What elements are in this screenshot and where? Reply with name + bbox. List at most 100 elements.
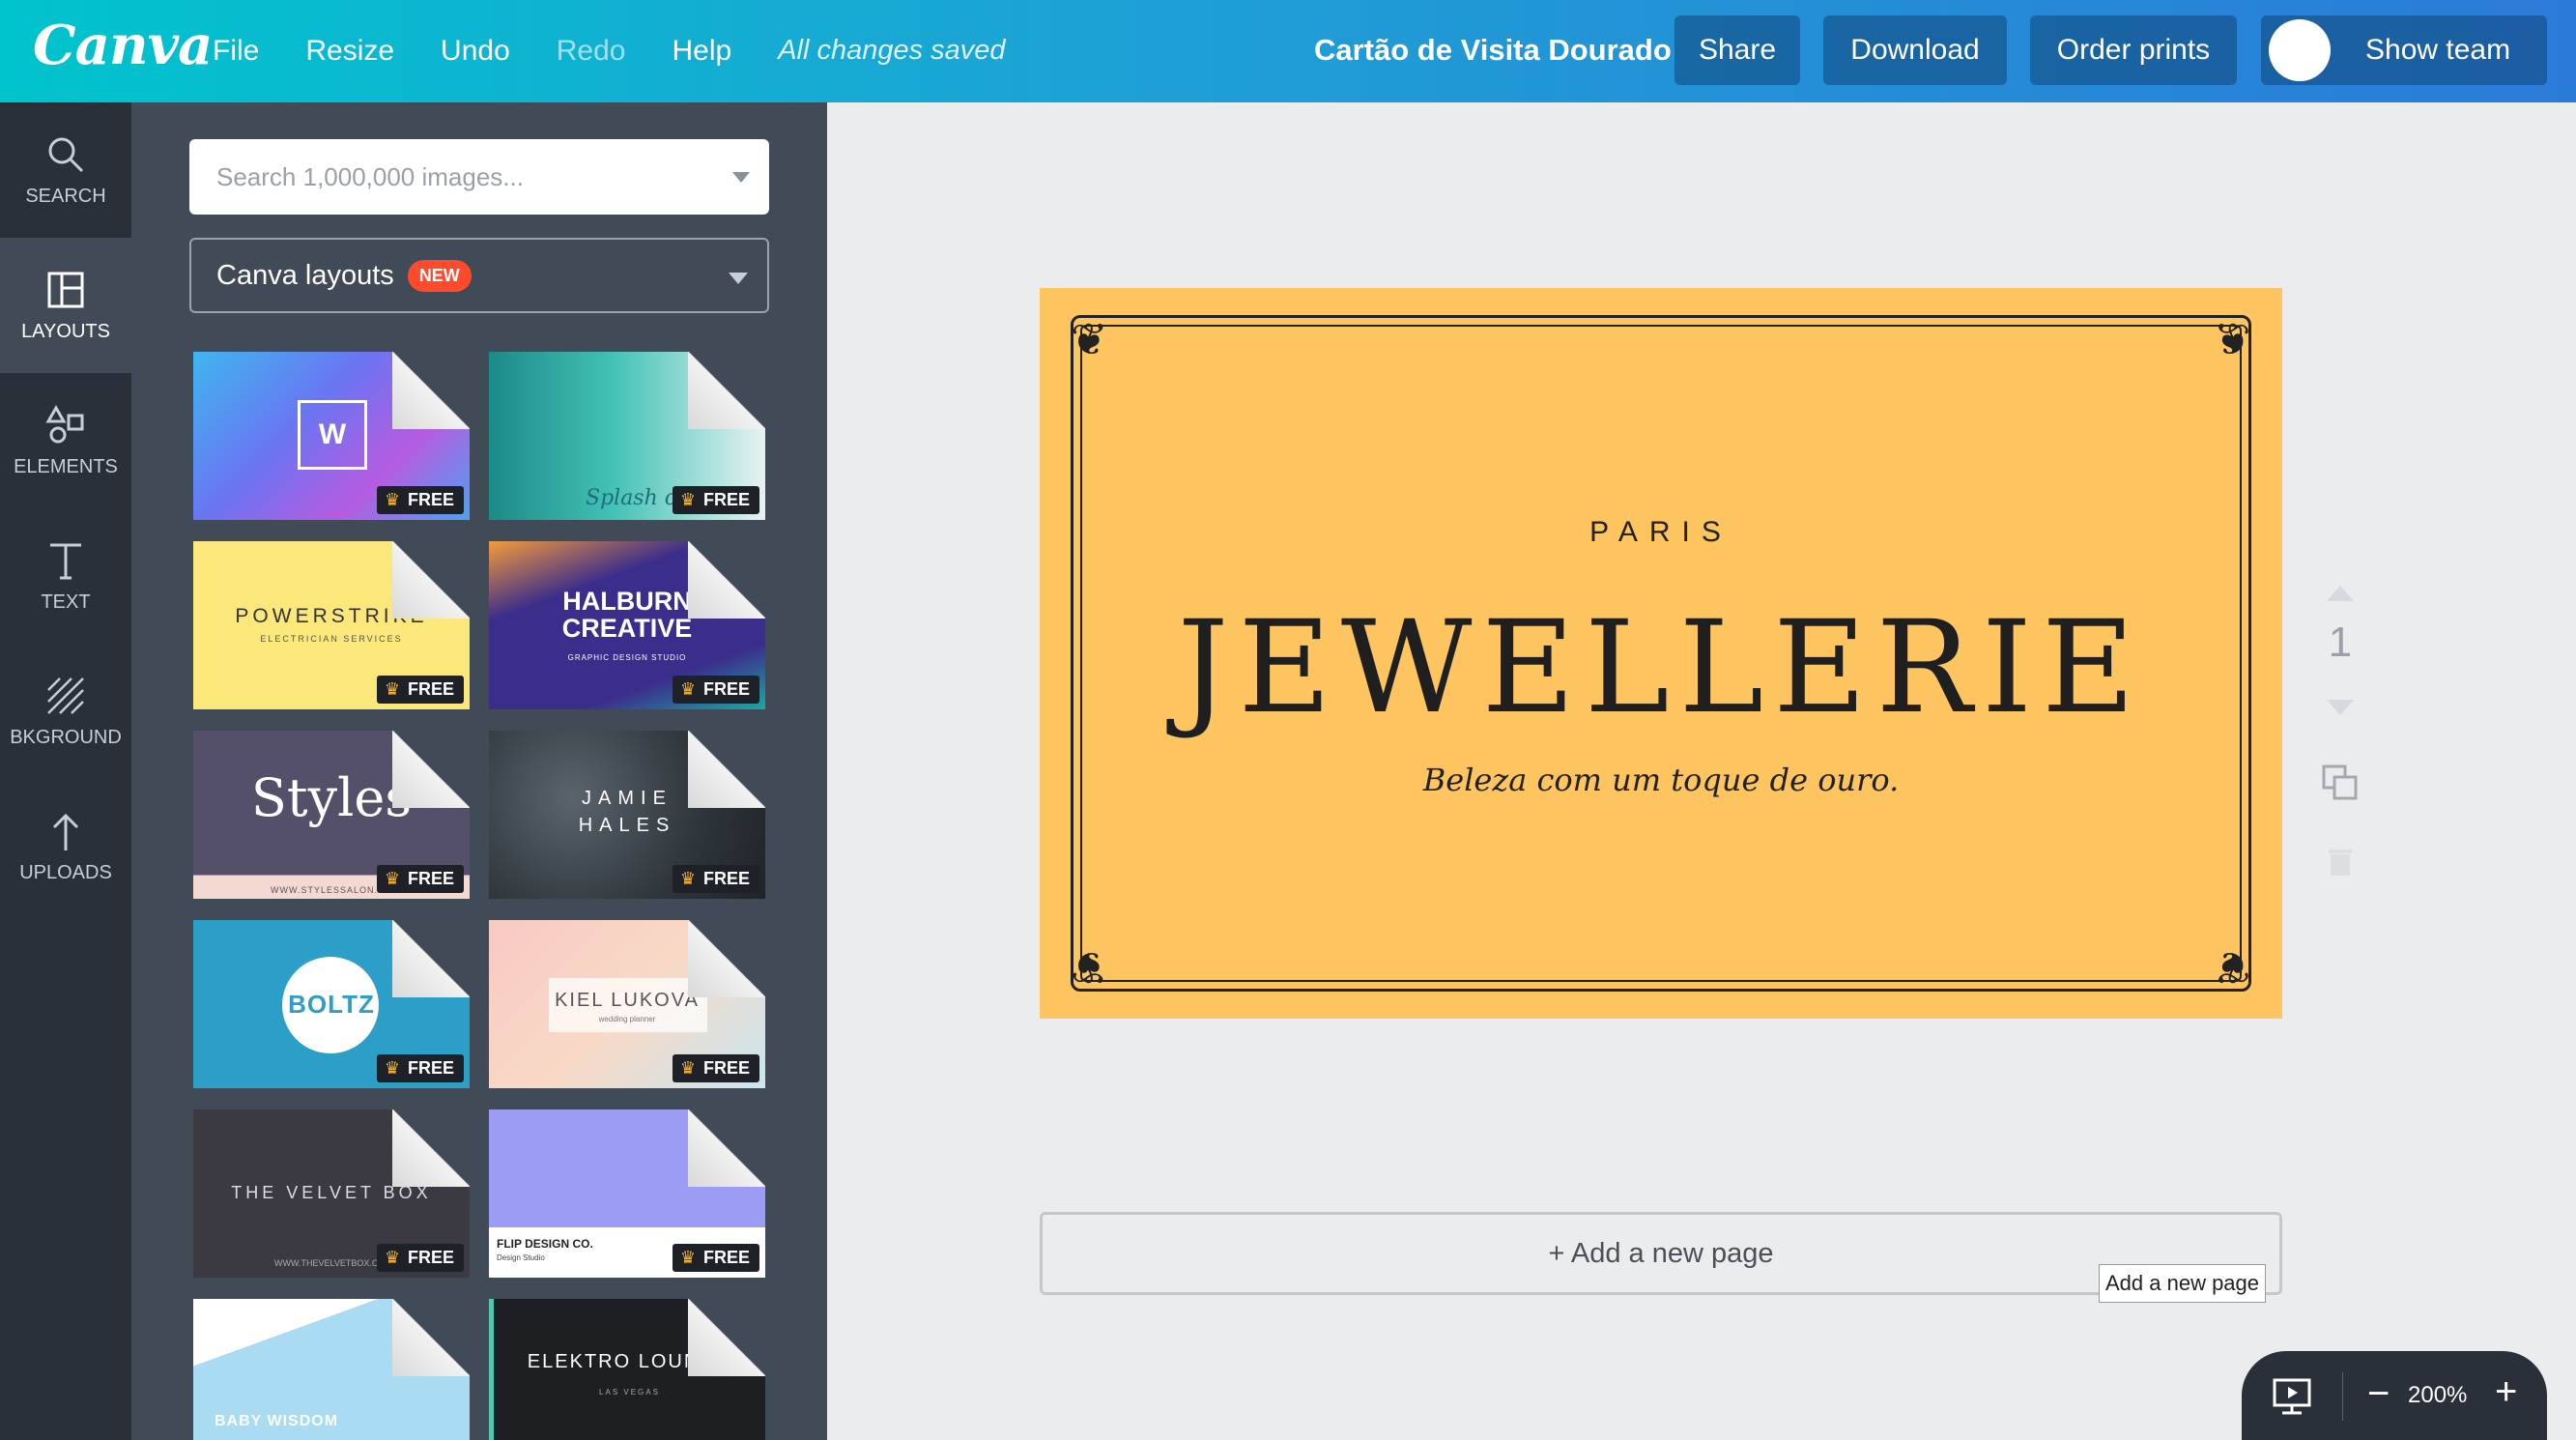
crown-icon: ♛ [384, 490, 400, 509]
tile-title: JAMIE HALES [578, 788, 676, 836]
divider [2342, 1372, 2343, 1421]
rail-layouts[interactable]: LAYOUTS [0, 238, 131, 373]
image-search-input[interactable]: Search 1,000,000 images... [189, 139, 769, 215]
layout-tile[interactable]: HALBURN CREATIVE GRAPHIC DESIGN STUDIO ♛… [489, 541, 765, 709]
tile-subtitle: wedding planner [598, 1015, 656, 1023]
free-label: FREE [407, 1058, 454, 1078]
free-badge: ♛ FREE [376, 486, 464, 514]
menu-file[interactable]: File [213, 35, 259, 68]
layout-tile[interactable]: THE VELVET BOX WWW.THEVELVETBOX.C ♛ FREE [193, 1109, 470, 1278]
present-icon[interactable] [2271, 1374, 2313, 1417]
menu-resize[interactable]: Resize [305, 35, 394, 68]
free-label: FREE [702, 869, 750, 888]
zoom-level[interactable]: 200% [2408, 1382, 2467, 1409]
rail-search[interactable]: SEARCH [0, 102, 131, 238]
layout-tile[interactable]: FLIP DESIGN CO. Design Studio ♛ FREE [489, 1109, 765, 1278]
chevron-down-icon [729, 273, 748, 284]
free-badge: ♛ FREE [672, 865, 759, 893]
tile-subtitle: GRAPHIC DESIGN STUDIO [567, 653, 687, 662]
tile-subtitle: LAS VEGAS [599, 1388, 660, 1397]
main-menu: File Resize Undo Redo Help All changes s… [213, 35, 1052, 68]
crown-icon: ♛ [384, 869, 400, 888]
card-city[interactable]: PARIS [1040, 516, 2282, 549]
layout-tile[interactable]: POWERSTRIKE ELECTRICIAN SERVICES ♛ FREE [193, 541, 470, 709]
crown-icon: ♛ [384, 1248, 400, 1267]
tile-corner [688, 1299, 765, 1376]
chevron-down-icon[interactable] [732, 172, 750, 183]
layout-tile[interactable]: JAMIE HALES ♛ FREE [489, 731, 765, 899]
zoom-in-button[interactable]: + [2495, 1372, 2517, 1411]
shapes-icon [45, 404, 84, 443]
free-label: FREE [702, 490, 750, 509]
document-title[interactable]: Cartão de Visita Dourado [1314, 33, 1672, 68]
crown-icon: ♛ [384, 1058, 400, 1078]
tile-corner [688, 731, 765, 808]
free-label: FREE [407, 869, 454, 888]
free-label: FREE [407, 1248, 454, 1267]
tile-corner [688, 920, 765, 997]
tile-corner [688, 352, 765, 429]
layouts-panel: Search 1,000,000 images... Canva layouts… [131, 102, 827, 1440]
rail-uploads-label: UPLOADS [19, 861, 112, 883]
menu-undo[interactable]: Undo [441, 35, 510, 68]
crown-icon: ♛ [679, 679, 696, 699]
layout-type-select[interactable]: Canva layouts NEW [189, 238, 769, 313]
layout-tile[interactable]: Splash of ♛ FREE [489, 352, 765, 520]
new-badge: NEW [407, 259, 472, 292]
free-badge: ♛ FREE [672, 486, 759, 514]
share-button[interactable]: Share [1674, 15, 1800, 85]
tile-title: BABY WISDOM [215, 1413, 339, 1429]
menu-redo[interactable]: Redo [557, 35, 626, 68]
free-badge: ♛ FREE [672, 676, 759, 704]
tile-corner [392, 920, 470, 997]
card-title[interactable]: JEWELLERIE [1040, 593, 2282, 742]
left-rail: SEARCH LAYOUTS ELEMENTS TEXT BKGROUND UP… [0, 102, 131, 1440]
free-label: FREE [702, 1248, 750, 1267]
layout-tile[interactable]: ELEKTRO LOUNGE LAS VEGAS [489, 1299, 765, 1440]
rail-uploads[interactable]: UPLOADS [0, 779, 131, 914]
rail-layouts-label: LAYOUTS [21, 320, 110, 342]
move-up-icon[interactable] [2327, 586, 2354, 601]
rail-elements-label: ELEMENTS [14, 455, 118, 477]
tile-corner [688, 1109, 765, 1187]
zoom-out-button[interactable]: − [2367, 1374, 2390, 1413]
rail-elements[interactable]: ELEMENTS [0, 373, 131, 508]
rail-text[interactable]: TEXT [0, 508, 131, 644]
background-icon [47, 677, 84, 714]
top-bar: Canva File Resize Undo Redo Help All cha… [0, 0, 2576, 102]
layout-tile[interactable]: KIEL LUKOVA wedding planner ♛ FREE [489, 920, 765, 1088]
rail-text-label: TEXT [41, 590, 91, 613]
show-team-label: Show team [2365, 34, 2511, 66]
layout-select-label: Canva layouts [216, 259, 394, 291]
tile-corner [392, 352, 470, 429]
avatar [2269, 19, 2331, 81]
layout-tile[interactable]: BABY WISDOM [193, 1299, 470, 1440]
search-icon [48, 137, 84, 172]
crown-icon: ♛ [679, 1248, 696, 1267]
tile-title: W [298, 400, 367, 470]
free-badge: ♛ FREE [672, 1054, 759, 1082]
design-page[interactable]: ❦ ❦ ❦ ❦ PARIS JEWELLERIE Beleza com um t… [1040, 288, 2282, 1019]
free-badge: ♛ FREE [376, 1054, 464, 1082]
order-prints-button[interactable]: Order prints [2030, 15, 2237, 85]
flourish-icon: ❦ [2214, 313, 2251, 365]
layout-tile[interactable]: Styles WWW.STYLESSALON.C ♛ FREE [193, 731, 470, 899]
zoom-bar: − 200% + [2242, 1351, 2547, 1440]
canva-logo[interactable]: Canva [33, 14, 213, 77]
download-button[interactable]: Download [1823, 15, 2007, 85]
menu-help[interactable]: Help [672, 35, 731, 68]
text-icon [50, 543, 81, 579]
rail-background[interactable]: BKGROUND [0, 644, 131, 779]
save-status: All changes saved [778, 35, 1006, 66]
free-badge: ♛ FREE [376, 865, 464, 893]
layout-tile[interactable]: BOLTZ ♛ FREE [193, 920, 470, 1088]
show-team-button[interactable]: Show team [2261, 15, 2547, 85]
delete-page-icon[interactable] [2327, 847, 2354, 878]
layout-tile[interactable]: W ♛ FREE [193, 352, 470, 520]
add-page-button[interactable]: + Add a new page [1040, 1212, 2282, 1295]
layouts-icon [47, 272, 84, 307]
copy-page-icon[interactable] [2321, 763, 2360, 802]
card-tagline[interactable]: Beleza com um toque de ouro. [1040, 762, 2282, 798]
flourish-icon: ❦ [2214, 941, 2251, 994]
move-down-icon[interactable] [2327, 700, 2354, 715]
